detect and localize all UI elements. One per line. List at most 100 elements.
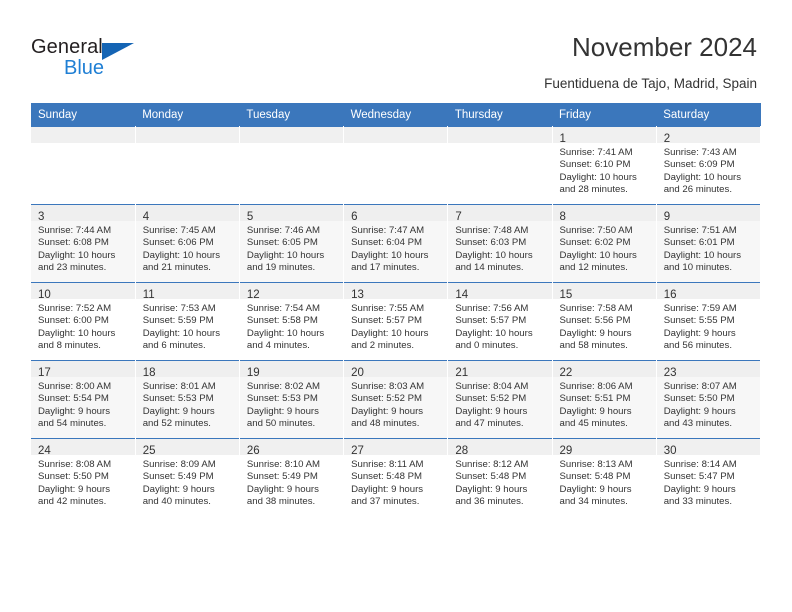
calendar-day-cell[interactable]: 22 Sunrise: 8:06 AM Sunset: 5:51 PM Dayligh… — [552, 360, 657, 439]
sunset-time: Sunset: 6:04 PM — [351, 237, 423, 249]
sunset-time: Sunset: 6:10 PM — [559, 159, 631, 171]
calendar-day-cell[interactable]: 30 Sunrise: 8:14 AM Sunset: 5:47 PM Dayligh… — [656, 438, 762, 516]
sunset-time: Sunset: 5:57 PM — [455, 315, 527, 327]
day-number: 30 — [663, 445, 677, 457]
sunset-time: Sunset: 5:48 PM — [559, 471, 631, 483]
general-blue-logo[interactable]: General Blue — [31, 36, 161, 82]
calendar-day-cell[interactable]: 9 Sunrise: 7:51 AM Sunset: 6:01 PM Daylight… — [656, 204, 762, 283]
calendar-cell-empty — [343, 126, 449, 205]
calendar-day-cell[interactable]: 29 Sunrise: 8:13 AM Sunset: 5:48 PM Dayligh… — [552, 438, 657, 516]
calendar-day-cell[interactable]: 2 Sunrise: 7:43 AM Sunset: 6:09 PM Daylight… — [656, 126, 762, 205]
day-number: 1 — [559, 133, 566, 145]
daylight-duration-line1: Daylight: 9 hours — [246, 405, 319, 417]
calendar-day-cell[interactable]: 25 Sunrise: 8:09 AM Sunset: 5:49 PM Dayligh… — [135, 438, 240, 516]
day-number-strip: 14 — [448, 283, 552, 301]
calendar-day-cell[interactable]: 8 Sunrise: 7:50 AM Sunset: 6:02 PM Daylight… — [552, 204, 657, 283]
day-details: Sunrise: 7:41 AM Sunset: 6:10 PM Daylight:… — [553, 143, 656, 197]
daylight-duration-line1: Daylight: 9 hours — [142, 405, 215, 417]
calendar-day-cell[interactable]: 26 Sunrise: 8:10 AM Sunset: 5:49 PM Dayligh… — [239, 438, 345, 516]
day-number-strip: 30 — [656, 439, 760, 457]
day-number-strip: 10 — [31, 283, 135, 301]
daylight-duration-line2: and 48 minutes. — [351, 418, 420, 430]
day-details: Sunrise: 7:45 AM Sunset: 6:06 PM Daylight:… — [136, 221, 239, 275]
day-number-strip: 7 — [448, 205, 552, 223]
sunrise-time: Sunrise: 7:51 AM — [663, 225, 737, 236]
day-number: 27 — [351, 445, 364, 457]
calendar-week-row: 1 Sunrise: 7:41 AM Sunset: 6:10 PM Daylight… — [31, 126, 762, 205]
daylight-duration-line2: and 6 minutes. — [142, 340, 206, 352]
day-number-strip — [31, 127, 135, 143]
sunrise-time: Sunrise: 8:04 AM — [455, 381, 529, 392]
calendar-day-cell[interactable]: 23 Sunrise: 8:07 AM Sunset: 5:50 PM Dayligh… — [656, 360, 762, 439]
daylight-duration-line1: Daylight: 9 hours — [351, 483, 424, 495]
daylight-duration-line2: and 2 minutes. — [351, 340, 415, 352]
calendar-day-cell[interactable]: 27 Sunrise: 8:11 AM Sunset: 5:48 PM Dayligh… — [343, 438, 449, 516]
sunrise-time: Sunrise: 8:08 AM — [38, 459, 112, 470]
calendar-day-cell[interactable]: 16 Sunrise: 7:59 AM Sunset: 5:55 PM Dayligh… — [656, 282, 762, 361]
calendar-day-cell[interactable]: 18 Sunrise: 8:01 AM Sunset: 5:53 PM Dayligh… — [135, 360, 240, 439]
day-number-strip — [239, 127, 344, 143]
day-number: 11 — [142, 289, 155, 301]
sunrise-sunset-calendar: Sunday Monday Tuesday Wednesday Thursday… — [31, 103, 762, 516]
calendar-header-row: Sunday Monday Tuesday Wednesday Thursday… — [31, 103, 761, 127]
calendar-day-cell[interactable]: 24 Sunrise: 8:08 AM Sunset: 5:50 PM Dayligh… — [31, 438, 136, 516]
calendar-day-cell[interactable]: 11 Sunrise: 7:53 AM Sunset: 5:59 PM Dayligh… — [135, 282, 240, 361]
daylight-duration-line1: Daylight: 9 hours — [351, 405, 424, 417]
sunset-time: Sunset: 6:06 PM — [142, 237, 214, 249]
calendar-cell-empty — [447, 126, 553, 205]
daylight-duration-line1: Daylight: 9 hours — [38, 405, 110, 417]
calendar-day-cell[interactable]: 14 Sunrise: 7:56 AM Sunset: 5:57 PM Dayligh… — [447, 282, 553, 361]
calendar-day-cell[interactable]: 4 Sunrise: 7:45 AM Sunset: 6:06 PM Daylight… — [135, 204, 240, 283]
calendar-day-cell[interactable]: 12 Sunrise: 7:54 AM Sunset: 5:58 PM Dayligh… — [239, 282, 345, 361]
daylight-duration-line2: and 23 minutes. — [38, 262, 107, 274]
sunset-time: Sunset: 6:00 PM — [38, 315, 109, 327]
daylight-duration-line1: Daylight: 10 hours — [663, 171, 742, 183]
daylight-duration-line2: and 56 minutes. — [663, 340, 732, 352]
daylight-duration-line1: Daylight: 10 hours — [559, 171, 637, 183]
weekday-header-tuesday: Tuesday — [239, 103, 344, 127]
sunset-time: Sunset: 5:50 PM — [38, 471, 109, 483]
daylight-duration-line2: and 0 minutes. — [455, 340, 519, 352]
day-number-strip: 26 — [239, 439, 344, 457]
day-number: 22 — [559, 367, 573, 379]
day-number: 5 — [246, 211, 254, 223]
day-number: 18 — [142, 367, 156, 379]
calendar-day-cell[interactable]: 10 Sunrise: 7:52 AM Sunset: 6:00 PM Dayligh… — [31, 282, 136, 361]
page-header: General Blue November 2024 Fuentiduena d… — [0, 0, 792, 102]
day-details: Sunrise: 8:12 AM Sunset: 5:48 PM Daylight:… — [448, 455, 551, 509]
daylight-duration-line1: Daylight: 10 hours — [663, 249, 742, 261]
daylight-duration-line2: and 43 minutes. — [663, 418, 732, 430]
day-details: Sunrise: 8:01 AM Sunset: 5:53 PM Daylight:… — [136, 377, 239, 431]
calendar-day-cell[interactable]: 1 Sunrise: 7:41 AM Sunset: 6:10 PM Daylight… — [552, 126, 657, 205]
calendar-day-cell[interactable]: 6 Sunrise: 7:47 AM Sunset: 6:04 PM Daylight… — [343, 204, 449, 283]
daylight-duration-line2: and 45 minutes. — [559, 418, 628, 430]
day-number: 2 — [663, 133, 671, 145]
sunset-time: Sunset: 5:58 PM — [246, 315, 318, 327]
daylight-duration-line2: and 34 minutes. — [559, 496, 628, 508]
day-number: 9 — [663, 211, 671, 223]
day-details: Sunrise: 8:11 AM Sunset: 5:48 PM Daylight:… — [344, 455, 447, 509]
calendar-day-cell[interactable]: 3 Sunrise: 7:44 AM Sunset: 6:08 PM Daylight… — [31, 204, 136, 283]
sunrise-time: Sunrise: 7:47 AM — [351, 225, 425, 236]
calendar-day-cell[interactable]: 21 Sunrise: 8:04 AM Sunset: 5:52 PM Dayligh… — [447, 360, 553, 439]
calendar-day-cell[interactable]: 20 Sunrise: 8:03 AM Sunset: 5:52 PM Dayligh… — [343, 360, 449, 439]
sunrise-time: Sunrise: 7:55 AM — [351, 303, 425, 314]
calendar-day-cell[interactable]: 28 Sunrise: 8:12 AM Sunset: 5:48 PM Dayligh… — [447, 438, 553, 516]
daylight-duration-line1: Daylight: 10 hours — [246, 249, 325, 261]
daylight-duration-line2: and 21 minutes. — [142, 262, 211, 274]
calendar-day-cell[interactable]: 13 Sunrise: 7:55 AM Sunset: 5:57 PM Dayligh… — [343, 282, 449, 361]
sunrise-time: Sunrise: 7:56 AM — [455, 303, 529, 314]
day-number: 3 — [38, 211, 45, 223]
day-number: 25 — [142, 445, 156, 457]
day-details: Sunrise: 7:47 AM Sunset: 6:04 PM Daylight:… — [344, 221, 447, 275]
calendar-day-cell[interactable]: 17 Sunrise: 8:00 AM Sunset: 5:54 PM Dayligh… — [31, 360, 136, 439]
day-details: Sunrise: 8:06 AM Sunset: 5:51 PM Daylight:… — [553, 377, 656, 431]
calendar-day-cell[interactable]: 15 Sunrise: 7:58 AM Sunset: 5:56 PM Dayligh… — [552, 282, 657, 361]
day-number-strip: 27 — [344, 439, 448, 457]
calendar-day-cell[interactable]: 19 Sunrise: 8:02 AM Sunset: 5:53 PM Dayligh… — [239, 360, 345, 439]
daylight-duration-line1: Daylight: 9 hours — [663, 327, 736, 339]
calendar-day-cell[interactable]: 5 Sunrise: 7:46 AM Sunset: 6:05 PM Daylight… — [239, 204, 345, 283]
logo-triangle-icon — [102, 43, 134, 60]
calendar-day-cell[interactable]: 7 Sunrise: 7:48 AM Sunset: 6:03 PM Daylight… — [447, 204, 553, 283]
daylight-duration-line2: and 50 minutes. — [246, 418, 316, 430]
